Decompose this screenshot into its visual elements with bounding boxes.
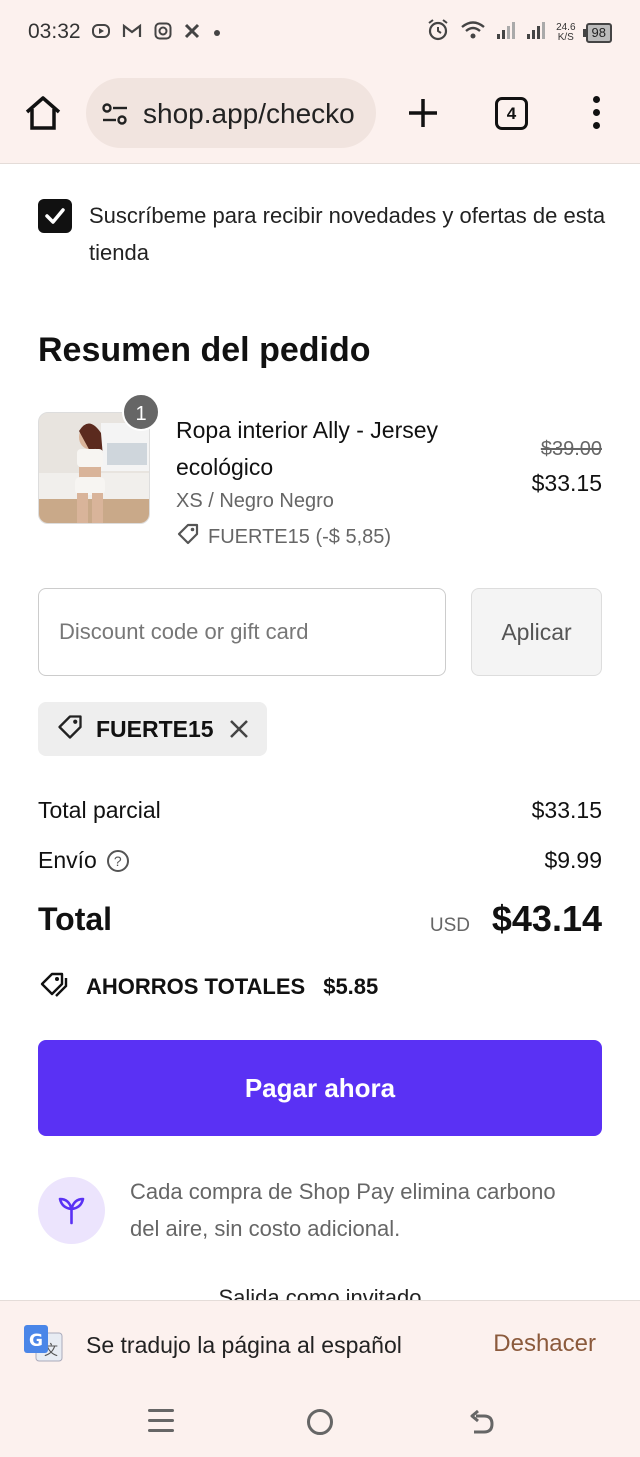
help-icon[interactable]: ? <box>106 850 129 872</box>
network-speed-unit: K/S <box>557 31 574 43</box>
network-speed: 24.6 K/S <box>556 21 576 43</box>
applied-code-text: FUERTE15 <box>96 715 214 742</box>
subscribe-label[interactable]: Suscríbeme para recibir novedades y ofer… <box>89 197 609 271</box>
product-variant: XS / Negro Negro <box>176 490 334 512</box>
instagram-icon <box>154 22 172 46</box>
translate-bar: 文G Se tradujo la página al español Desha… <box>0 1300 640 1388</box>
subscribe-checkbox[interactable] <box>38 199 72 233</box>
google-translate-icon: 文G <box>22 1323 64 1365</box>
dot-icon <box>212 24 222 44</box>
shipping-value: $9.99 <box>544 847 602 873</box>
original-price: $39.00 <box>540 438 602 460</box>
currency-code: USD <box>429 915 470 936</box>
product-discount: FUERTE15 (-$ 5,85) <box>176 522 391 552</box>
quantity-badge: 1 <box>122 393 160 431</box>
youtube-icon <box>92 22 110 46</box>
apply-discount-button[interactable]: Aplicar <box>471 588 602 676</box>
gmail-icon <box>122 23 142 45</box>
site-settings-icon[interactable] <box>102 102 128 126</box>
signal-icon <box>526 20 546 45</box>
app-icon <box>184 23 200 45</box>
remove-discount-icon[interactable] <box>227 717 251 741</box>
notification-icons <box>92 22 222 46</box>
guest-checkout-link[interactable]: Salida como invitado <box>0 1283 640 1301</box>
new-tab-icon[interactable] <box>404 94 442 132</box>
pay-now-button[interactable]: Pagar ahora <box>38 1040 602 1136</box>
shipping-row: Envío? <box>38 847 129 874</box>
sprout-icon <box>38 1177 105 1244</box>
total-label: Total <box>38 901 113 937</box>
item-price: $33.15 <box>531 470 602 496</box>
total-value: $43.14 <box>491 898 602 939</box>
home-button-icon[interactable] <box>307 1409 333 1435</box>
url-text[interactable]: shop.app/checko <box>143 98 368 130</box>
address-bar[interactable]: shop.app/checko <box>86 78 376 148</box>
tab-switcher-button[interactable]: 4 <box>495 97 528 130</box>
subtotal-label: Total parcial <box>38 797 161 823</box>
status-bar: 03:32 24.6 K/S 98 <box>0 0 640 64</box>
undo-translation-button[interactable]: Deshacer <box>493 1330 596 1358</box>
translate-message: Se tradujo la página al español <box>86 1332 402 1358</box>
home-icon[interactable] <box>22 92 64 134</box>
subtotal-value: $33.15 <box>531 797 602 823</box>
carbon-note: Cada compra de Shop Pay elimina carbono … <box>130 1179 556 1241</box>
savings-label: AHORROS TOTALES <box>86 974 306 999</box>
product-discount-text: FUERTE15 (-$ 5,85) <box>208 525 392 548</box>
status-time: 03:32 <box>28 20 81 43</box>
browser-toolbar: shop.app/checko 4 <box>0 64 640 164</box>
discount-code-input[interactable]: Discount code or gift card <box>38 588 446 676</box>
savings-tag-icon <box>38 968 70 1006</box>
tag-icon <box>176 522 200 552</box>
tag-icon <box>56 713 84 746</box>
system-navigation-bar <box>0 1388 640 1457</box>
svg-text:G: G <box>29 1331 43 1351</box>
network-speed-value: 24.6 <box>556 21 576 33</box>
total-savings: AHORROS TOTALES $5.85 <box>38 968 378 1006</box>
shipping-label: Envío <box>38 847 97 873</box>
savings-value: $5.85 <box>323 974 379 999</box>
product-name: Ropa interior Ally - Jersey ecológico <box>176 417 439 480</box>
applied-discount-chip: FUERTE15 <box>38 702 267 756</box>
alarm-icon <box>426 18 450 47</box>
system-icons: 24.6 K/S 98 <box>426 18 612 47</box>
back-icon[interactable] <box>466 1408 496 1438</box>
wifi-icon <box>460 19 486 46</box>
more-menu-icon[interactable] <box>590 96 602 130</box>
order-summary-title: Resumen del pedido <box>38 331 371 369</box>
battery-indicator: 98 <box>582 22 612 43</box>
recents-icon[interactable] <box>148 1409 174 1435</box>
signal-icon <box>496 20 516 45</box>
